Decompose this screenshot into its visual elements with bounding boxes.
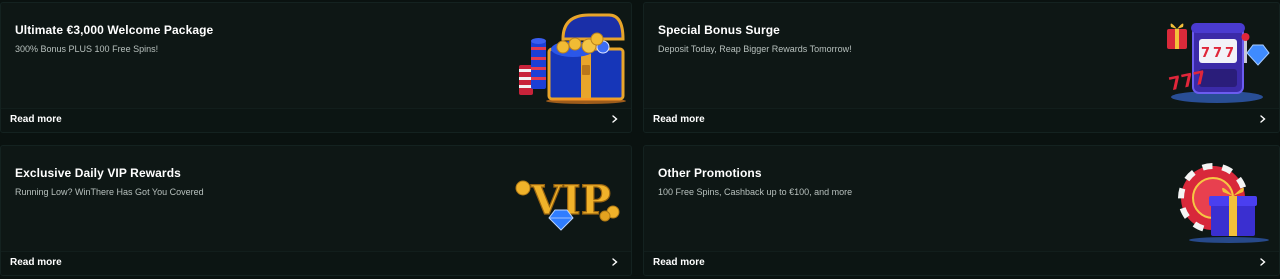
treasure-chest-icon	[511, 13, 631, 105]
promo-description: 100 Free Spins, Cashback up to €100, and…	[658, 187, 853, 197]
promo-card-vip[interactable]: Exclusive Daily VIP Rewards Running Low?…	[0, 145, 632, 276]
promo-description: 300% Bonus PLUS 100 Free Spins!	[15, 44, 159, 54]
casino-chip-gift-icon	[1167, 160, 1277, 244]
svg-text:7: 7	[1201, 46, 1210, 61]
card-footer: Read more	[1, 251, 631, 275]
vip-icon: VIP	[509, 166, 629, 236]
promo-description: Deposit Today, Reap Bigger Rewards Tomor…	[658, 44, 852, 54]
chevron-right-icon[interactable]	[611, 257, 619, 267]
read-more-link[interactable]: Read more	[653, 257, 705, 268]
chevron-right-icon[interactable]	[1259, 114, 1267, 124]
svg-text:7: 7	[1225, 46, 1234, 61]
chevron-right-icon[interactable]	[611, 114, 619, 124]
svg-text:7: 7	[1213, 46, 1222, 61]
promo-title: Exclusive Daily VIP Rewards	[15, 166, 181, 180]
promo-title: Other Promotions	[658, 166, 762, 180]
chevron-right-icon[interactable]	[1259, 257, 1267, 267]
read-more-link[interactable]: Read more	[653, 114, 705, 125]
promo-title: Special Bonus Surge	[658, 23, 780, 37]
read-more-link[interactable]: Read more	[10, 114, 62, 125]
card-footer: Read more	[1, 108, 631, 132]
card-footer: Read more	[644, 108, 1279, 132]
promo-description: Running Low? WinThere Has Got You Covere…	[15, 187, 204, 197]
slot-machine-icon: 7 7 7 777	[1157, 13, 1277, 105]
promo-card-other[interactable]: Other Promotions 100 Free Spins, Cashbac…	[643, 145, 1280, 276]
promotions-grid: Ultimate €3,000 Welcome Package 300% Bon…	[0, 0, 1280, 279]
promo-title: Ultimate €3,000 Welcome Package	[15, 23, 214, 37]
card-footer: Read more	[644, 251, 1279, 275]
promo-card-bonus-surge[interactable]: Special Bonus Surge Deposit Today, Reap …	[643, 2, 1280, 133]
read-more-link[interactable]: Read more	[10, 257, 62, 268]
promo-card-welcome[interactable]: Ultimate €3,000 Welcome Package 300% Bon…	[0, 2, 632, 133]
